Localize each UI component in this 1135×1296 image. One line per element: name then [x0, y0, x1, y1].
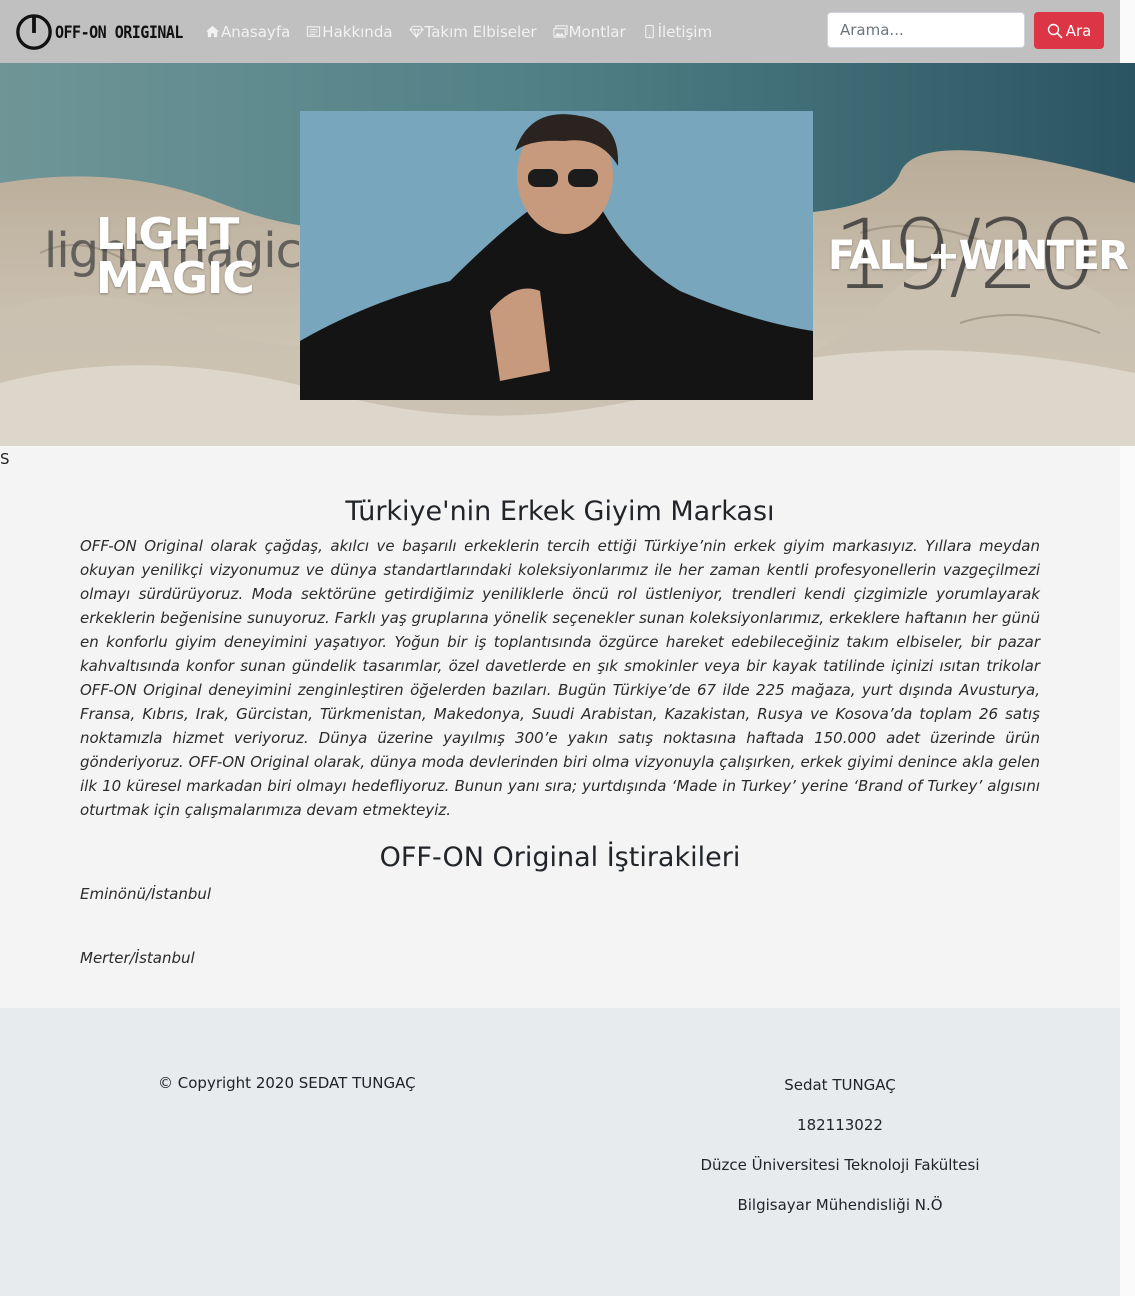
- gem-icon: [408, 25, 424, 39]
- subsidiary-item: Merter/İstanbul: [80, 949, 195, 967]
- subsidiaries-title: OFF-ON Original İştirakileri: [379, 842, 741, 873]
- newspaper-icon: [307, 26, 321, 37]
- stray-text: S: [0, 450, 10, 468]
- home-icon: [205, 25, 220, 38]
- nav-label: Anasayfa: [220, 22, 291, 41]
- nav-item-hakkinda[interactable]: Hakkında: [306, 22, 393, 41]
- main-nav: Anasayfa Hakkında Takım Elbiseler Montla…: [205, 23, 728, 41]
- contact-line: Düzce Üniversitesi Teknoloji Fakültesi: [700, 1156, 980, 1174]
- brand-logo[interactable]: OFF-ON ORIGINAL: [15, 12, 183, 52]
- contact-info: Sedat TUNGAÇ 182113022 Düzce Üniversites…: [600, 1074, 1080, 1234]
- nav-label: Montlar: [568, 22, 626, 41]
- images-icon: [553, 25, 568, 38]
- contact-line: 182113022: [797, 1116, 883, 1134]
- navbar: OFF-ON ORIGINAL Anasayfa Hakkında Takım …: [0, 0, 1120, 63]
- hero-campaign-title: LIGHT MAGIC: [96, 209, 255, 304]
- contact-line: Bilgisayar Mühendisliği N.Ö: [737, 1196, 943, 1214]
- search-button-label: Ara: [1065, 21, 1092, 40]
- nav-item-montlar[interactable]: Montlar: [553, 23, 626, 41]
- phone-icon: [644, 24, 654, 39]
- hero-title-line: MAGIC: [96, 253, 255, 304]
- search-input[interactable]: [827, 12, 1025, 48]
- search-form: Ara: [827, 12, 1104, 49]
- footer: © Copyright 2020 SEDAT TUNGAÇ Sedat TUNG…: [0, 1008, 1120, 1296]
- nav-label: Hakkında: [322, 22, 393, 41]
- page-title: Türkiye'nin Erkek Giyim Markası: [345, 496, 775, 527]
- hero-banner: light magic LIGHT MAGIC 19/20 FALL+WINTE…: [0, 63, 1135, 446]
- contact-line: Sedat TUNGAÇ: [784, 1076, 896, 1094]
- hero-title-line: LIGHT: [96, 209, 239, 260]
- main-content: Türkiye'nin Erkek Giyim Markası OFF-ON O…: [80, 490, 1040, 970]
- hero-model-photo: [300, 111, 813, 400]
- nav-item-takim-elbiseler[interactable]: Takım Elbiseler: [408, 22, 537, 41]
- nav-item-anasayfa[interactable]: Anasayfa: [205, 23, 290, 41]
- power-icon: [16, 13, 52, 50]
- about-paragraph: OFF-ON Original olarak çağdaş, akılcı ve…: [80, 537, 1040, 819]
- search-button[interactable]: Ara: [1034, 12, 1104, 49]
- nav-label: İletişim: [657, 22, 713, 41]
- nav-item-iletisim[interactable]: İletişim: [642, 23, 712, 41]
- hero-season-title: FALL+WINTER: [828, 233, 1129, 279]
- nav-label: Takım Elbiseler: [424, 22, 537, 41]
- brand-name: OFF-ON ORIGINAL: [55, 21, 183, 42]
- copyright-text: © Copyright 2020 SEDAT TUNGAÇ: [158, 1074, 416, 1092]
- subsidiary-item: Eminönü/İstanbul: [80, 885, 212, 903]
- search-icon: [1047, 23, 1063, 39]
